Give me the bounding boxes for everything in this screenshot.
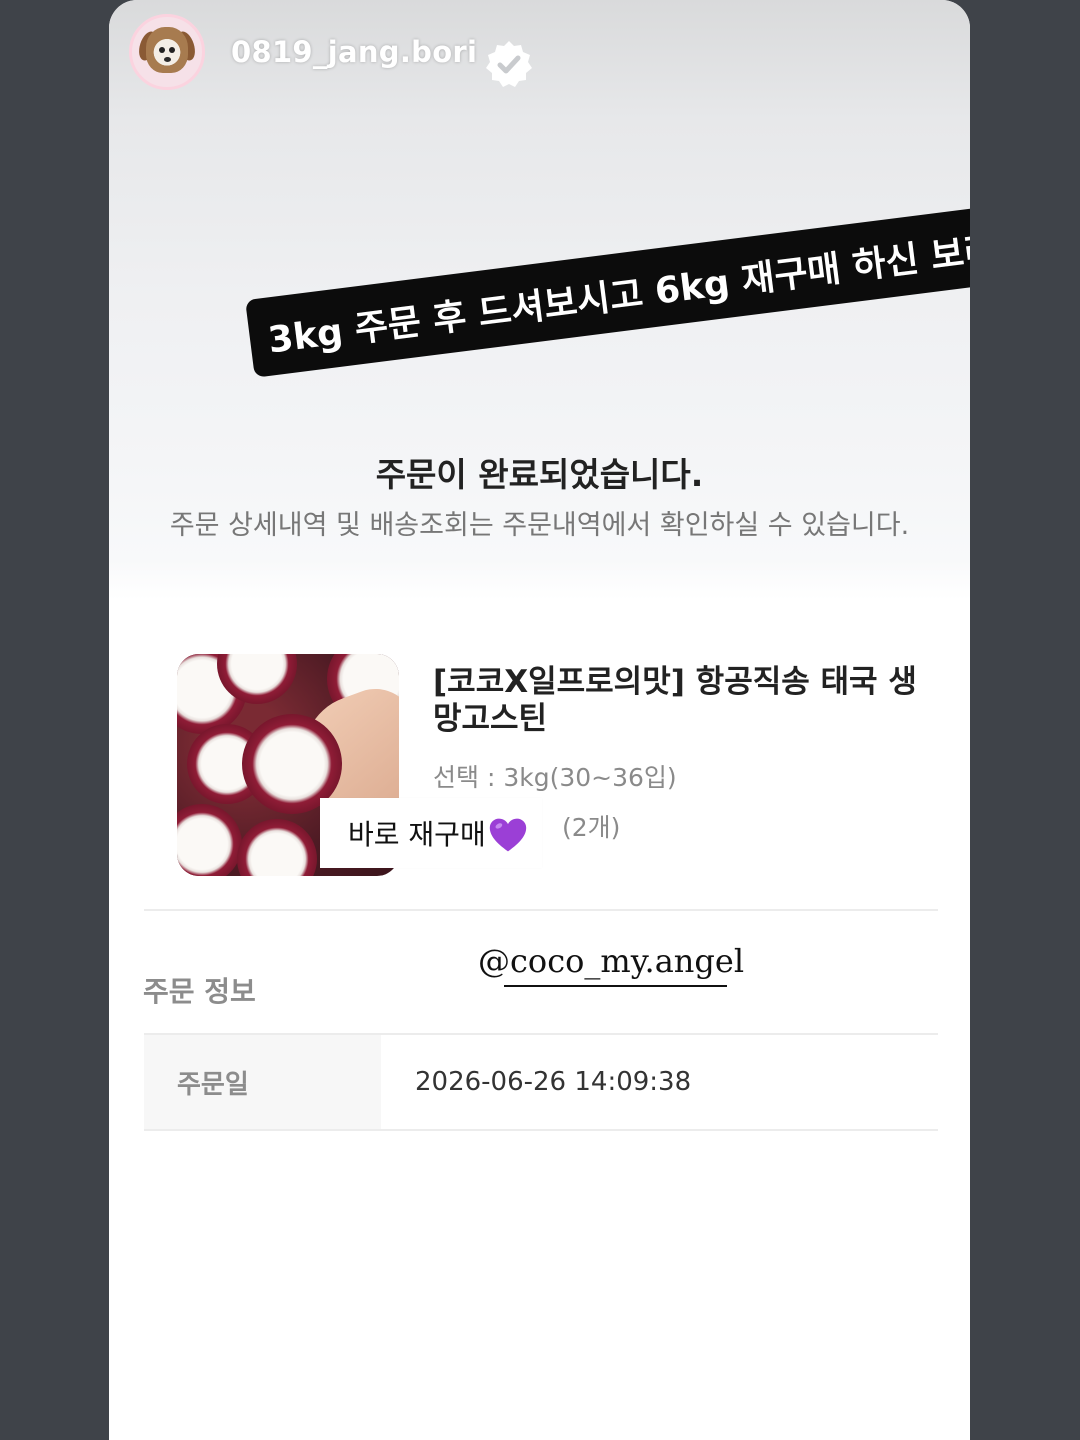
dog-eye [169, 47, 175, 53]
mention-sticker[interactable]: @coco_my.angel [478, 942, 744, 980]
product-option: 선택 : 3kg(30~36입) [433, 763, 677, 792]
mangosteen [177, 804, 242, 876]
product-quantity: (2개) [562, 813, 621, 842]
order-complete-title: 주문이 완료되었습니다. [375, 455, 704, 494]
order-date-label: 주문일 [144, 1035, 381, 1129]
order-date-value: 2026-06-26 14:09:38 [415, 1067, 692, 1097]
verified-badge-icon [486, 41, 533, 87]
divider [144, 1129, 938, 1131]
order-complete-subtitle: 주문 상세내역 및 배송조회는 주문내역에서 확인하실 수 있습니다. [169, 510, 910, 541]
dog-face [146, 27, 188, 73]
divider [144, 909, 938, 911]
purple-heart-icon [489, 818, 526, 852]
username[interactable]: 0819_jang.bori [231, 35, 477, 69]
product-name[interactable]: [코코X일프로의맛] 항공직송 태국 생망고스틴 [433, 664, 923, 738]
story-frame: 0819_jang.bori 3kg 주문 후 드셔보시고 6kg 재구매 하신… [109, 0, 970, 1440]
mangosteen [237, 819, 317, 876]
story-header: 0819_jang.bori [129, 14, 535, 90]
note-sticker: 바로 재구매 [320, 798, 542, 868]
order-date-row: 주문일 2026-06-26 14:09:38 [144, 1035, 937, 1129]
avatar[interactable] [129, 14, 205, 90]
dog-nose [164, 57, 171, 62]
dog-eye [159, 47, 165, 53]
mention-underline [504, 985, 727, 987]
note-text: 바로 재구매 [348, 818, 486, 851]
background-fade [109, 560, 970, 600]
order-info-title: 주문 정보 [143, 975, 256, 1008]
